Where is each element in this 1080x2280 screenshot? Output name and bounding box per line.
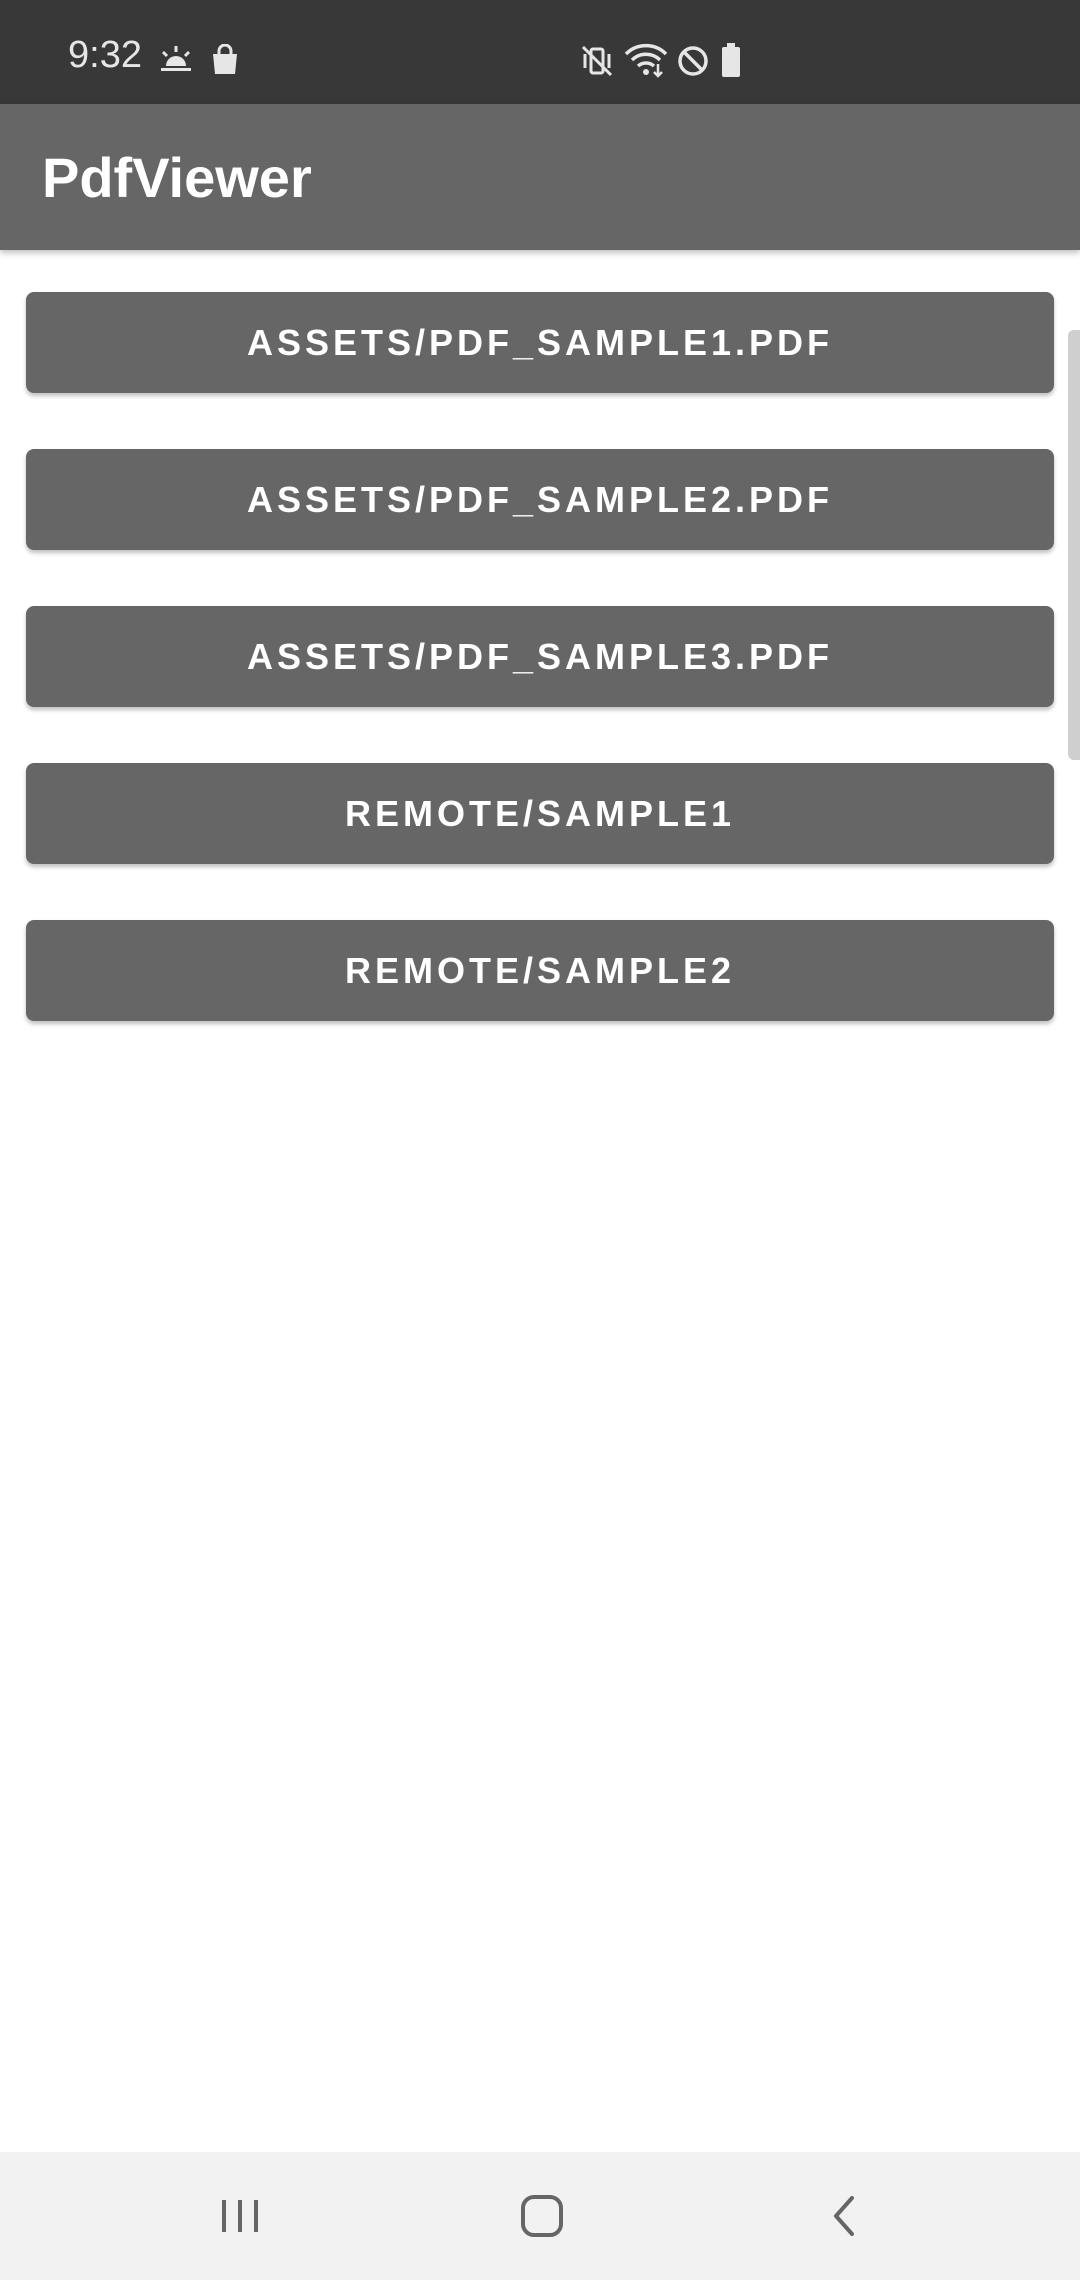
app-title: PdfViewer (42, 146, 312, 209)
shopping-bag-icon (213, 44, 237, 74)
battery-icon (722, 43, 740, 77)
do-not-disturb-icon (678, 46, 708, 76)
wifi-icon (624, 43, 668, 78)
remote-sample2-button[interactable]: REMOTE/SAMPLE2 (26, 920, 1054, 1021)
assets-pdf-sample3-button[interactable]: ASSETS/PDF_SAMPLE3.PDF (26, 606, 1054, 707)
back-button[interactable] (744, 2152, 944, 2280)
assets-pdf-sample1-button[interactable]: ASSETS/PDF_SAMPLE1.PDF (26, 292, 1054, 393)
scrollbar-thumb[interactable] (1068, 330, 1080, 760)
status-time: 9:32 (68, 34, 142, 76)
back-icon (834, 2196, 854, 2236)
remote-sample1-button[interactable]: REMOTE/SAMPLE1 (26, 763, 1054, 864)
home-icon (521, 2195, 563, 2237)
weather-sunrise-icon (161, 46, 191, 71)
navigation-bar (0, 2152, 1080, 2280)
status-bar: 9:32 (0, 0, 1080, 104)
app-bar: PdfViewer (0, 104, 1080, 250)
button-list: ASSETS/PDF_SAMPLE1.PDF ASSETS/PDF_SAMPLE… (0, 250, 1080, 2152)
recent-apps-icon (222, 2200, 258, 2232)
home-button[interactable] (442, 2152, 642, 2280)
assets-pdf-sample2-button[interactable]: ASSETS/PDF_SAMPLE2.PDF (26, 449, 1054, 550)
recent-apps-button[interactable] (140, 2152, 340, 2280)
vibrate-mute-icon (581, 45, 613, 77)
